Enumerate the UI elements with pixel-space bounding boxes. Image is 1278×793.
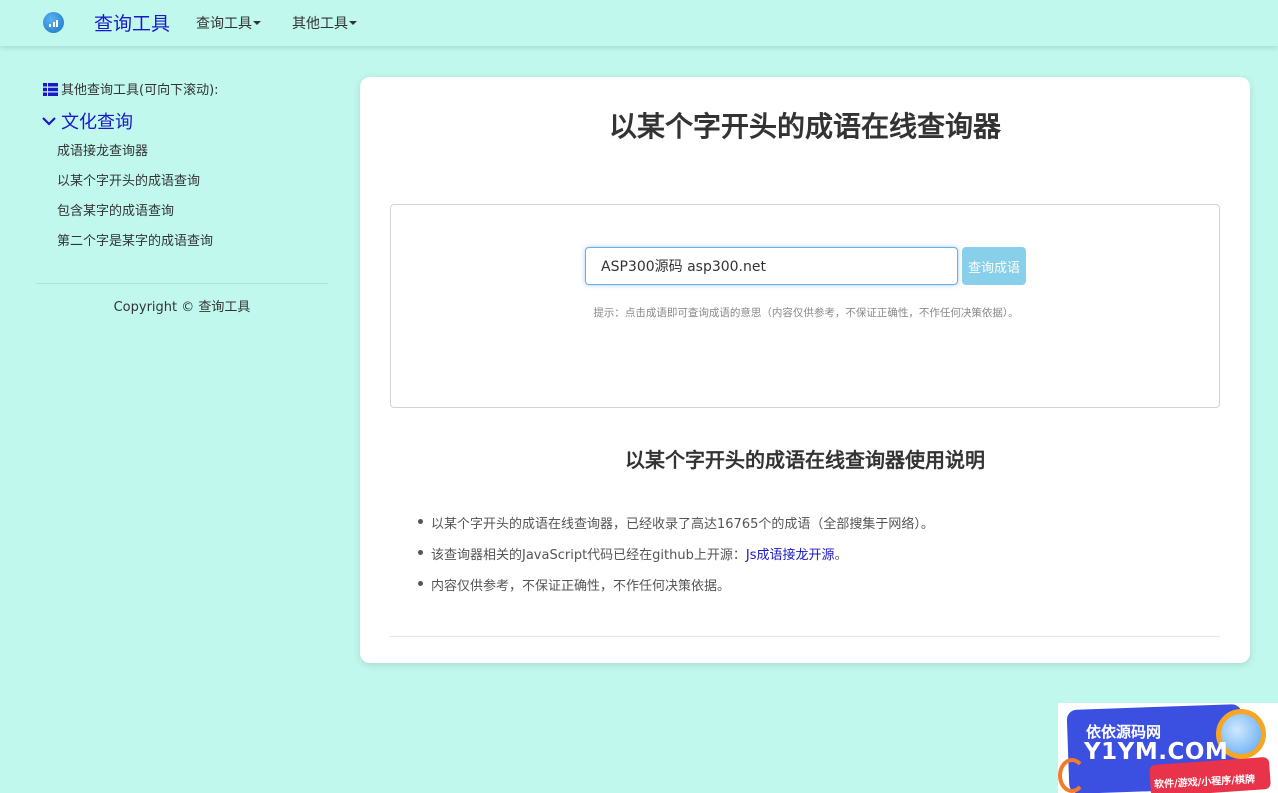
query-panel: 查询成语 提示：点击成语即可查询成语的意思（内容仅供参考，不保证正确性，不作任何… — [390, 204, 1220, 408]
hint-text: 提示：点击成语即可查询成语的意思（内容仅供参考，不保证正确性，不作任何决策依据）… — [593, 307, 1019, 319]
sidebar-link-idiom-chain[interactable]: 成语接龙查询器 — [57, 140, 148, 159]
usage-title: 以某个字开头的成语在线查询器使用说明 — [625, 448, 985, 472]
list-icon — [43, 83, 58, 96]
logo-icon[interactable] — [43, 12, 64, 33]
nav-query-tools-label: 查询工具 — [196, 16, 252, 32]
caret-down-icon — [253, 21, 261, 25]
main-card: 以某个字开头的成语在线查询器 查询成语 提示：点击成语即可查询成语的意思（内容仅… — [360, 77, 1250, 663]
sidebar-link-contains[interactable]: 包含某字的成语查询 — [57, 200, 174, 219]
nav-query-tools-dropdown[interactable]: 查询工具 — [196, 13, 261, 33]
list-item: 内容仅供参考，不保证正确性，不作任何决策依据。 — [418, 575, 934, 606]
search-input[interactable] — [585, 247, 958, 285]
ad-decoration-shape — [1058, 758, 1086, 793]
page-title: 以某个字开头的成语在线查询器 — [608, 110, 1001, 143]
caret-down-icon — [349, 21, 357, 25]
sidebar-heading-text: 其他查询工具(可向下滚动): — [61, 83, 219, 98]
sidebar-link-second-char[interactable]: 第二个字是某字的成语查询 — [57, 230, 213, 249]
sidebar-category-label: 文化查询 — [61, 112, 133, 133]
query-button[interactable]: 查询成语 — [962, 247, 1026, 285]
list-item-suffix: 。 — [834, 548, 848, 563]
list-item-text: 该查询器相关的JavaScript代码已经在github上开源： — [431, 548, 746, 563]
sidebar-divider — [36, 283, 328, 284]
top-navbar: 查询工具 查询工具 其他工具 — [0, 0, 1278, 46]
card-divider — [390, 636, 1220, 637]
sidebar-heading: 其他查询工具(可向下滚动): — [43, 79, 219, 98]
github-link[interactable]: Js成语接龙开源 — [746, 548, 835, 563]
chevron-down-icon — [42, 117, 56, 126]
copyright-text: Copyright © 查询工具 — [113, 300, 251, 315]
nav-other-tools-label: 其他工具 — [292, 16, 348, 32]
ad-domain: Y1YM.COM — [1084, 739, 1229, 765]
sidebar-link-starts-with[interactable]: 以某个字开头的成语查询 — [57, 170, 200, 189]
brand-link[interactable]: 查询工具 — [94, 9, 170, 36]
ad-badge[interactable]: 依依源码网 Y1YM.COM 软件/游戏/小程序/棋牌 — [1058, 703, 1278, 793]
list-item: 以某个字开头的成语在线查询器，已经收录了高达16765个的成语（全部搜集于网络）… — [418, 513, 934, 544]
list-item: 该查询器相关的JavaScript代码已经在github上开源：Js成语接龙开源… — [418, 544, 934, 575]
nav-other-tools-dropdown[interactable]: 其他工具 — [292, 13, 357, 33]
sidebar-category-culture[interactable]: 文化查询 — [41, 108, 133, 134]
usage-list: 以某个字开头的成语在线查询器，已经收录了高达16765个的成语（全部搜集于网络）… — [418, 513, 934, 606]
